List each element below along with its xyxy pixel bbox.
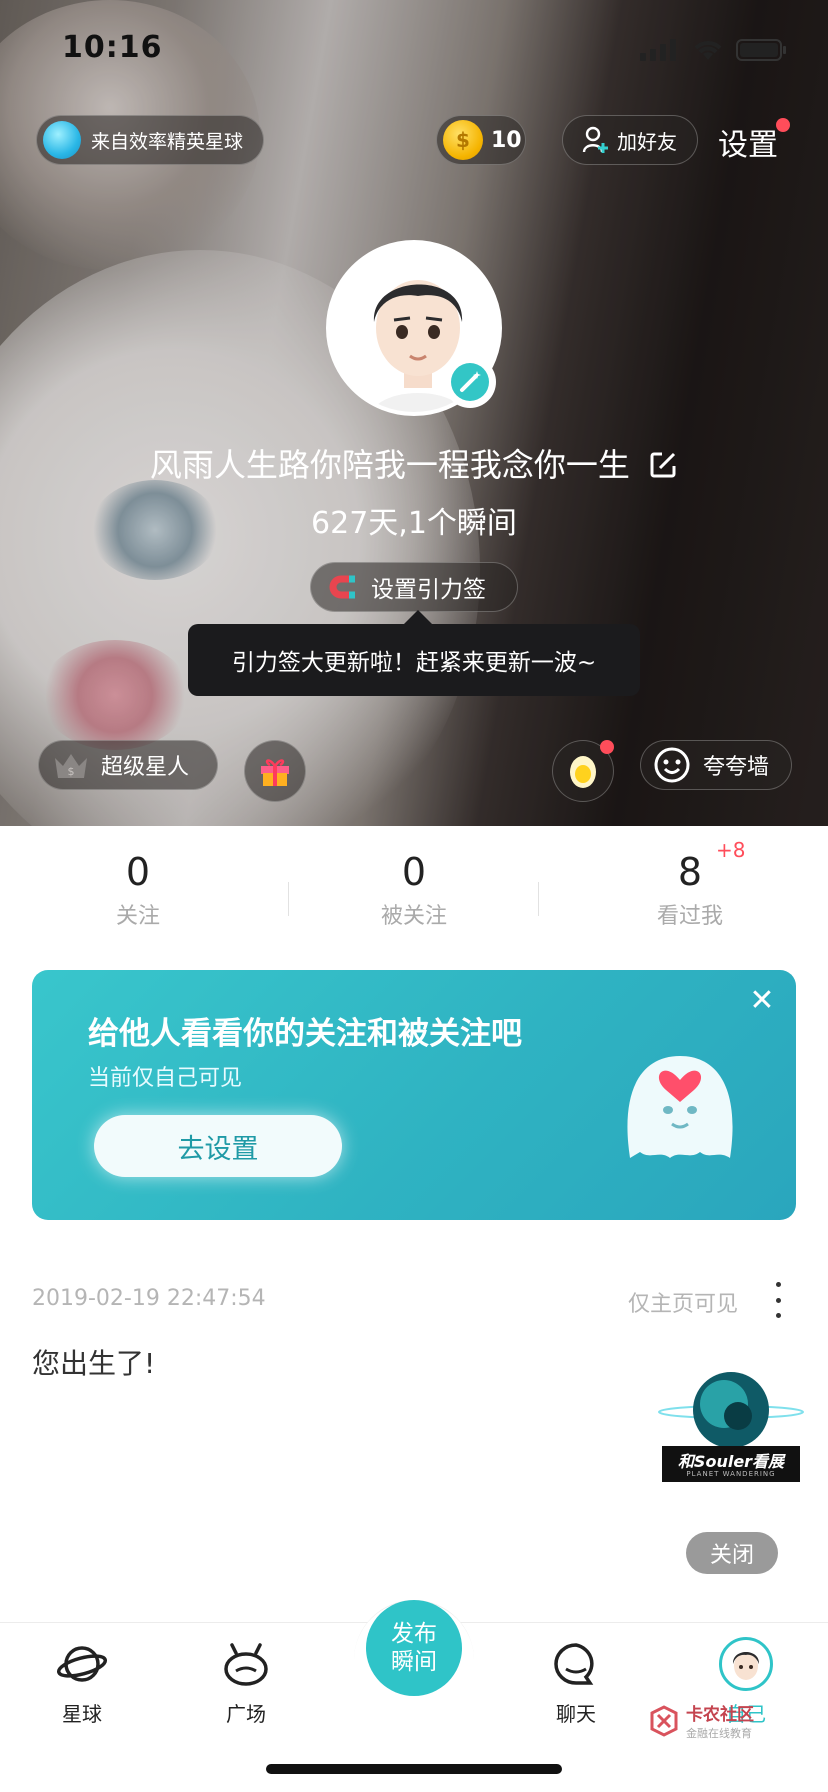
gift-icon bbox=[261, 759, 289, 786]
profile-name: 风雨人生路你陪我一程我念你一生 bbox=[149, 446, 630, 484]
planet-icon bbox=[43, 121, 81, 159]
gravity-tag-button[interactable]: 设置引力签 bbox=[310, 562, 518, 612]
follow-stats: 0 关注 0 被关注 8 看过我 +8 bbox=[0, 838, 828, 940]
tab-square[interactable]: 广场 bbox=[196, 1638, 296, 1727]
publish-moment-button[interactable]: 发布瞬间 bbox=[366, 1600, 462, 1696]
visitors-new-badge: +8 bbox=[716, 838, 746, 862]
profile-days-moments: 627天,1个瞬间 bbox=[311, 506, 517, 541]
planet-label: 来自效率精英星球 bbox=[91, 130, 244, 153]
egg-icon bbox=[570, 756, 596, 788]
banner-subtitle: 当前仅自己可见 bbox=[88, 1066, 243, 1091]
settings-button[interactable]: 设置 bbox=[718, 120, 778, 164]
visitors-label: 看过我 bbox=[656, 904, 723, 929]
battery-icon bbox=[736, 39, 786, 61]
following-stat[interactable]: 0 关注 bbox=[0, 850, 276, 940]
svg-text:$: $ bbox=[68, 765, 75, 778]
more-dot bbox=[775, 1313, 781, 1318]
add-friend-label: 加好友 bbox=[617, 129, 677, 154]
tab-square-label: 广场 bbox=[226, 1702, 266, 1726]
gravity-tag-tooltip[interactable]: 引力签大更新啦！赶紧来更新一波~ bbox=[188, 624, 640, 696]
praise-wall-label: 夸夸墙 bbox=[703, 755, 770, 780]
coin-balance-pill[interactable]: $ 10 bbox=[436, 115, 526, 165]
promo-title: 和Souler看展 bbox=[677, 1452, 785, 1471]
close-promo-button[interactable]: 关闭 bbox=[686, 1532, 778, 1574]
post-more-button[interactable] bbox=[766, 1282, 790, 1318]
edit-icon[interactable] bbox=[648, 450, 678, 480]
smile-icon bbox=[654, 747, 690, 783]
ghost-mascot-icon bbox=[627, 1056, 733, 1158]
status-time: 10:16 bbox=[62, 30, 163, 65]
square-tab-icon bbox=[224, 1643, 268, 1686]
planet-origin-pill[interactable]: 来自效率精英星球 bbox=[36, 115, 264, 165]
more-dot bbox=[775, 1282, 781, 1287]
gift-button[interactable] bbox=[244, 740, 306, 802]
visitors-count: 8 bbox=[677, 850, 703, 894]
follow-visibility-banner: 给他人看看你的关注和被关注吧 当前仅自己可见 去设置 ✕ bbox=[32, 970, 796, 1220]
more-dot bbox=[775, 1297, 781, 1303]
add-user-icon bbox=[582, 126, 608, 153]
egg-notification-dot bbox=[600, 740, 614, 754]
followers-label: 被关注 bbox=[380, 904, 447, 929]
watermark: 卡农社区 金融在线教育 bbox=[648, 1700, 754, 1741]
chat-tab-icon bbox=[554, 1643, 594, 1685]
promo-subtitle: PLANET WANDERING bbox=[686, 1470, 776, 1478]
go-settings-button[interactable]: 去设置 bbox=[94, 1115, 342, 1177]
super-star-label: 超级星人 bbox=[101, 755, 190, 780]
banner-title: 给他人看看你的关注和被关注吧 bbox=[88, 1016, 522, 1052]
visitors-stat[interactable]: 8 看过我 +8 bbox=[552, 838, 828, 940]
following-count: 0 bbox=[125, 850, 151, 894]
magic-wand-icon bbox=[451, 363, 489, 401]
stat-divider bbox=[538, 882, 539, 916]
watermark-title: 卡农社区 bbox=[686, 1705, 754, 1725]
exhibition-promo-badge[interactable]: 和Souler看展 PLANET WANDERING bbox=[656, 1370, 806, 1490]
post-text: 您出生了! bbox=[32, 1347, 156, 1380]
praise-wall-button[interactable]: 夸夸墙 bbox=[640, 740, 792, 790]
gravity-tag-label: 设置引力签 bbox=[371, 577, 486, 603]
post-date: 2019-02-19 22:47:54 bbox=[32, 1286, 266, 1311]
signal-icon bbox=[640, 39, 676, 61]
avatar-edit-button[interactable] bbox=[444, 356, 496, 408]
super-star-button[interactable]: $ 超级星人 bbox=[38, 740, 218, 790]
magnet-icon bbox=[329, 575, 355, 599]
watermark-logo-icon bbox=[650, 1704, 678, 1737]
home-indicator bbox=[266, 1764, 562, 1774]
wifi-icon bbox=[694, 41, 722, 60]
watermark-subtitle: 金融在线教育 bbox=[686, 1727, 752, 1740]
crown-icon: $ bbox=[55, 754, 87, 778]
tooltip-arrow bbox=[404, 610, 432, 624]
profile-name-row[interactable]: 风雨人生路你陪我一程我念你一生 bbox=[0, 440, 828, 486]
tab-planet-label: 星球 bbox=[62, 1702, 102, 1726]
status-icons bbox=[640, 38, 788, 62]
add-friend-button[interactable]: 加好友 bbox=[562, 115, 698, 165]
settings-notification-dot bbox=[776, 118, 790, 132]
tab-chat-label: 聊天 bbox=[556, 1702, 596, 1726]
me-avatar bbox=[719, 1637, 773, 1691]
banner-close-button[interactable]: ✕ bbox=[742, 980, 782, 1020]
tab-chat[interactable]: 聊天 bbox=[526, 1638, 626, 1727]
coin-icon: $ bbox=[443, 120, 483, 160]
tab-planet[interactable]: 星球 bbox=[32, 1638, 132, 1727]
followers-count: 0 bbox=[401, 850, 427, 894]
coin-count: 10 bbox=[491, 127, 522, 153]
me-avatar-icon bbox=[732, 1652, 760, 1680]
followers-stat[interactable]: 0 被关注 bbox=[276, 850, 552, 940]
following-label: 关注 bbox=[115, 904, 160, 929]
stat-divider bbox=[288, 882, 289, 916]
planet-tab-icon bbox=[56, 1646, 108, 1682]
post-visibility: 仅主页可见 bbox=[628, 1292, 739, 1317]
